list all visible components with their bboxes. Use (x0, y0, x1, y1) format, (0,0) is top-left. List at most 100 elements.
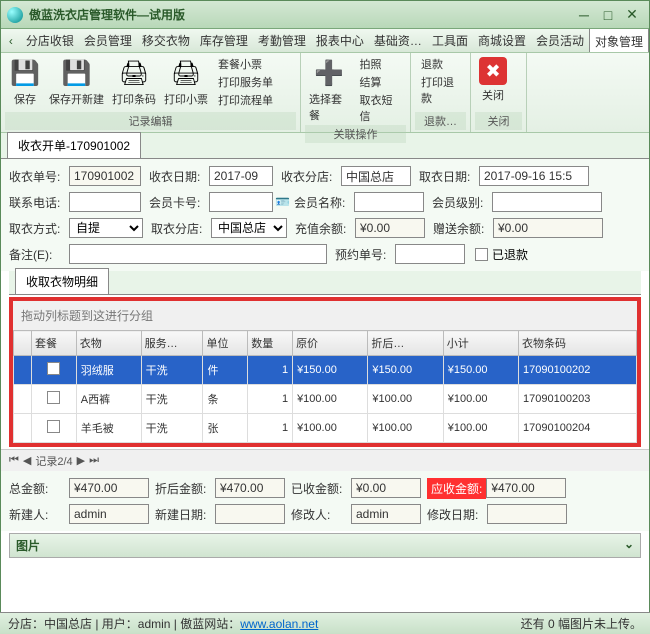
gift-input (493, 218, 603, 238)
menu-activity[interactable]: 会员活动 (531, 29, 589, 53)
menu-reports[interactable]: 报表中心 (311, 29, 369, 53)
pager-first-icon[interactable]: ⏮ (9, 454, 19, 467)
save-button[interactable]: 💾保存 (5, 55, 45, 109)
table-cell: 干洗 (141, 356, 203, 385)
menu-object[interactable]: 对象管理 (589, 29, 649, 53)
menu-transfer[interactable]: 移交衣物 (137, 29, 195, 53)
col-header[interactable]: 套餐 (32, 331, 77, 356)
table-cell: ¥100.00 (293, 385, 368, 414)
table-cell (14, 385, 32, 414)
ribbon-group-close-caption: 关闭 (475, 112, 522, 130)
status-left: 分店：中国总店 | 用户：admin | 傲蓝网站： (8, 615, 240, 632)
col-header[interactable]: 原价 (293, 331, 368, 356)
pager-next-icon[interactable]: ▶ (77, 454, 85, 467)
sms-button[interactable]: 取衣短信 (360, 91, 401, 125)
print-combo-button[interactable]: 套餐小票 (218, 55, 273, 73)
photo-button[interactable]: 拍照 (360, 55, 401, 73)
print-flow-button[interactable]: 打印流程单 (218, 91, 273, 109)
refunded-label: 已退款 (492, 246, 528, 263)
modifydate-input (487, 504, 567, 524)
table-row[interactable]: A西裤干洗条1¥100.00¥100.00¥100.0017090100203 (14, 385, 637, 414)
reserve-input[interactable] (395, 244, 465, 264)
settle-button[interactable]: 结算 (360, 73, 401, 91)
menu-scroll-left-icon[interactable]: ‹ (1, 32, 21, 50)
pickway-select[interactable]: 自提 (69, 218, 143, 238)
col-header[interactable]: 单位 (203, 331, 248, 356)
card-lookup-icon[interactable]: 🪪 (275, 195, 290, 209)
items-table: 套餐衣物服务…单位数量原价折后…小计衣物条码 羽绒服干洗件1¥150.00¥15… (13, 330, 637, 443)
maximize-button[interactable]: □ (597, 6, 619, 24)
after-label: 折后金额: (155, 480, 215, 497)
col-header[interactable]: 折后… (368, 331, 443, 356)
col-header[interactable]: 数量 (248, 331, 293, 356)
pickbranch-select[interactable]: 中国总店 (211, 218, 287, 238)
order-no-input[interactable] (69, 166, 141, 186)
menu-attendance[interactable]: 考勤管理 (253, 29, 311, 53)
table-row[interactable]: 羊毛被干洗张1¥100.00¥100.00¥100.0017090100204 (14, 414, 637, 443)
phone-input[interactable] (69, 192, 141, 212)
row-checkbox[interactable] (47, 420, 60, 433)
card-input[interactable] (209, 192, 273, 212)
card-label: 会员卡号: (149, 194, 209, 211)
menu-cashier[interactable]: 分店收银 (21, 29, 79, 53)
group-hint: 拖动列标题到这进行分组 (13, 301, 637, 330)
printer-icon: 🖨 (170, 57, 202, 89)
table-row[interactable]: 羽绒服干洗件1¥150.00¥150.00¥150.0017090100202 (14, 356, 637, 385)
print-refund-button[interactable]: 打印退款 (421, 73, 460, 107)
save-new-button[interactable]: 💾保存开新建 (45, 55, 108, 109)
remark-input[interactable] (69, 244, 327, 264)
table-cell: ¥150.00 (443, 356, 518, 385)
level-input[interactable] (492, 192, 602, 212)
close-button[interactable]: ✖关闭 (475, 55, 511, 105)
menu-tools[interactable]: 工具面 (427, 29, 473, 53)
member-input[interactable] (354, 192, 424, 212)
minimize-button[interactable]: ─ (573, 6, 595, 24)
doc-tab[interactable]: 收衣开单-170901002 (7, 132, 141, 158)
pager-last-icon[interactable]: ⏭ (89, 454, 99, 467)
status-bar: 分店：中国总店 | 用户：admin | 傲蓝网站： www.aolan.net… (0, 612, 650, 634)
pick-date-input[interactable] (479, 166, 589, 186)
select-combo-button[interactable]: ➕选择套餐 (305, 55, 354, 125)
detail-tab[interactable]: 收取衣物明细 (15, 268, 109, 294)
refunded-checkbox[interactable] (475, 248, 488, 261)
print-barcode-button[interactable]: 🖨打印条码 (108, 55, 160, 109)
member-label: 会员名称: (294, 194, 354, 211)
creator-label: 新建人: (9, 506, 69, 523)
menu-member[interactable]: 会员管理 (79, 29, 137, 53)
menu-mall[interactable]: 商城设置 (473, 29, 531, 53)
col-header[interactable]: 衣物条码 (519, 331, 637, 356)
print-service-button[interactable]: 打印服务单 (218, 73, 273, 91)
print-receipt-button[interactable]: 🖨打印小票 (160, 55, 212, 109)
pager-text: 记录2/4 (35, 453, 72, 469)
level-label: 会员级别: (432, 194, 492, 211)
close-window-button[interactable]: ✕ (621, 6, 643, 24)
table-cell: 17090100203 (519, 385, 637, 414)
creator-input (69, 504, 149, 524)
table-cell: 张 (203, 414, 248, 443)
col-header[interactable] (14, 331, 32, 356)
save-icon: 💾 (9, 57, 41, 89)
menu-basic[interactable]: 基础资… (369, 29, 427, 53)
menu-stock[interactable]: 库存管理 (195, 29, 253, 53)
table-cell: 1 (248, 356, 293, 385)
modifier-input (351, 504, 421, 524)
table-cell: 干洗 (141, 385, 203, 414)
paid-input (351, 478, 421, 498)
modifier-label: 修改人: (291, 506, 351, 523)
date-input[interactable] (209, 166, 273, 186)
ribbon-group-related-caption: 关联操作 (305, 125, 406, 143)
col-header[interactable]: 小计 (443, 331, 518, 356)
col-header[interactable]: 衣物 (76, 331, 141, 356)
col-header[interactable]: 服务… (141, 331, 203, 356)
refund-button[interactable]: 退款 (421, 55, 460, 73)
table-cell: 1 (248, 414, 293, 443)
branch-input[interactable] (341, 166, 411, 186)
collapse-icon[interactable]: ⌄ (624, 537, 634, 554)
ribbon: 💾保存 💾保存开新建 🖨打印条码 🖨打印小票 套餐小票 打印服务单 打印流程单 … (1, 53, 649, 133)
website-link[interactable]: www.aolan.net (240, 617, 318, 631)
title-bar: 傲蓝洗衣店管理软件—试用版 ─ □ ✕ (1, 1, 649, 29)
pager-prev-icon[interactable]: ◀ (23, 454, 31, 467)
table-cell: ¥100.00 (443, 414, 518, 443)
row-checkbox[interactable] (47, 362, 60, 375)
row-checkbox[interactable] (47, 391, 60, 404)
